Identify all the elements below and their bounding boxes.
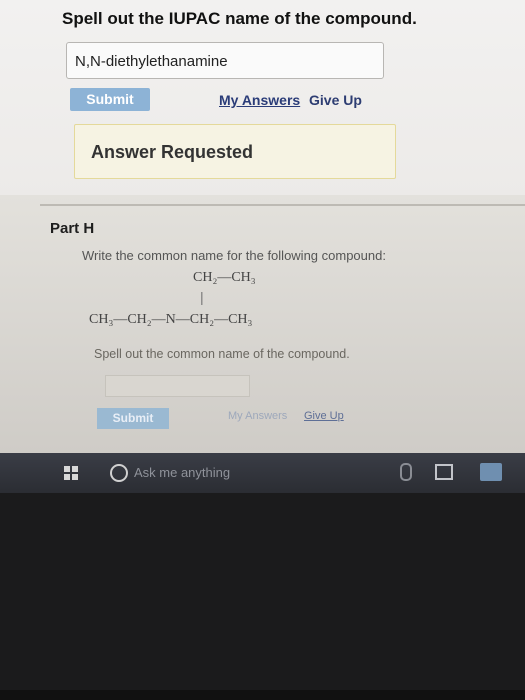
part-h-my-answers-link[interactable]: My Answers [228, 410, 287, 422]
laptop-bezel [0, 690, 525, 700]
part-h-give-up-link[interactable]: Give Up [304, 410, 344, 422]
microphone-icon[interactable] [400, 463, 412, 481]
part-h-submit-button[interactable]: Submit [97, 408, 169, 429]
part-h-answer-input[interactable] [105, 375, 250, 397]
my-answers-link[interactable]: My Answers [219, 92, 300, 108]
formula-top-branch: CH₂—CH₃ [193, 270, 256, 285]
structural-formula: CH₂—CH₃ | CH₃—CH₂—N—CH₂—CH₃ [80, 268, 380, 338]
answer-input[interactable]: N,N-diethylethanamine [66, 42, 384, 79]
store-icon[interactable] [480, 463, 502, 481]
windows-start-icon[interactable] [64, 466, 78, 480]
windows-taskbar: Ask me anything [0, 453, 525, 493]
question-title: Spell out the IUPAC name of the compound… [62, 9, 417, 28]
section-divider [40, 204, 525, 206]
cortana-icon[interactable] [110, 464, 128, 482]
task-view-icon[interactable] [435, 464, 453, 480]
part-h-prompt: Spell out the common name of the compoun… [94, 347, 350, 361]
submit-button[interactable]: Submit [70, 88, 150, 111]
answer-requested-feedback: Answer Requested [74, 124, 396, 179]
cortana-search-box[interactable]: Ask me anything [134, 465, 230, 480]
part-h-instruction: Write the common name for the following … [82, 248, 386, 263]
give-up-link[interactable]: Give Up [309, 92, 362, 108]
formula-bond-line: | [200, 289, 204, 305]
question-panel: Spell out the IUPAC name of the compound… [0, 0, 525, 205]
formula-main-chain: CH₃—CH₂—N—CH₂—CH₃ [89, 312, 253, 327]
part-h-label[interactable]: Part H [50, 220, 94, 237]
